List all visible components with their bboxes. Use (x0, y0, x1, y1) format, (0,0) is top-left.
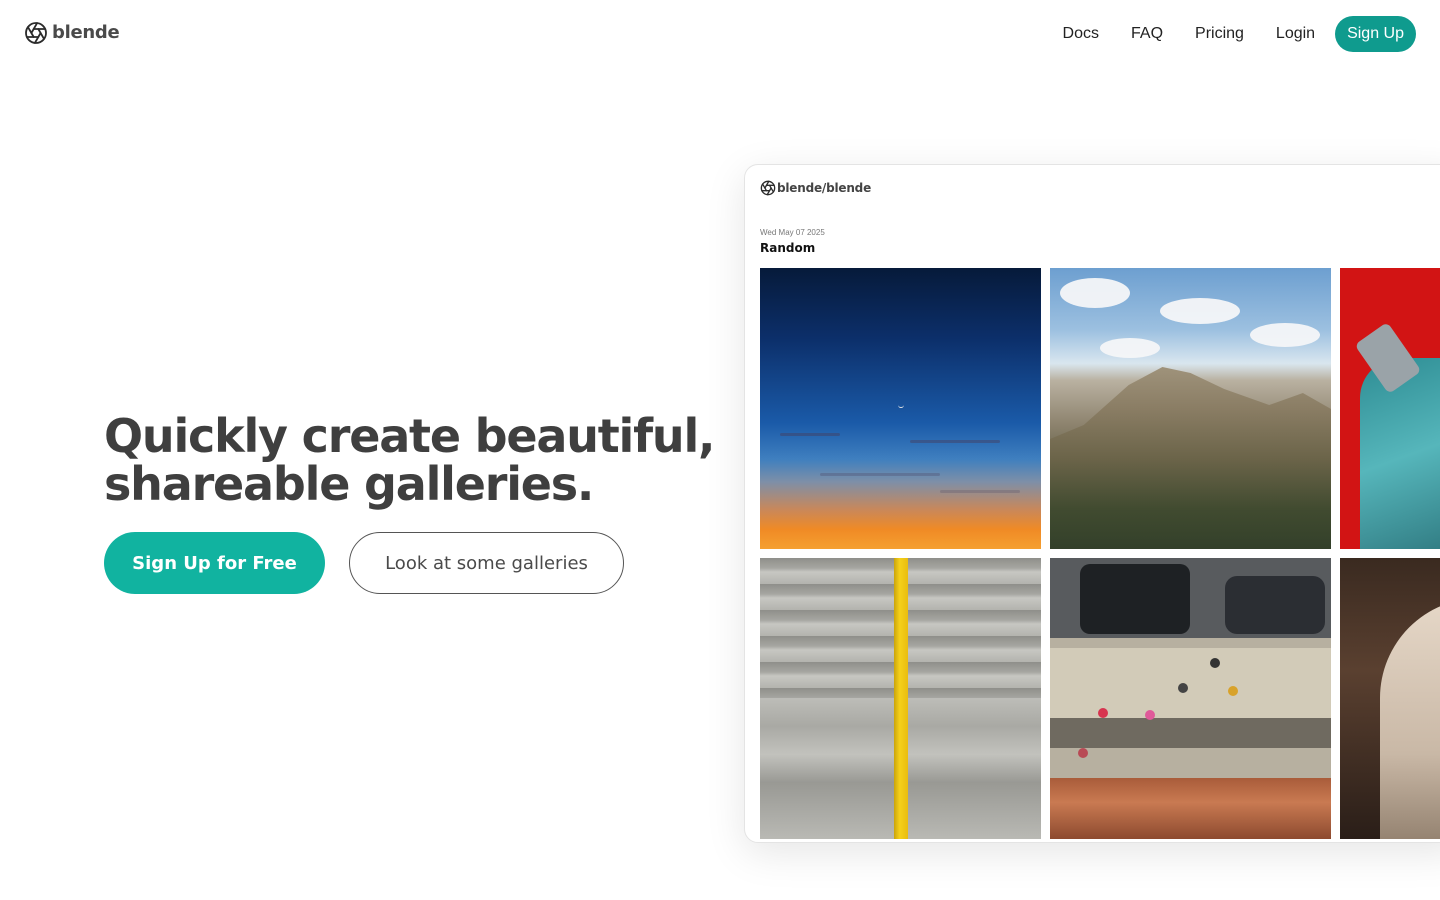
photo-tile (1050, 268, 1331, 549)
photo-tile (760, 558, 1041, 839)
browse-galleries-button[interactable]: Look at some galleries (349, 532, 624, 594)
site-header: blende Docs FAQ Pricing Login Sign Up (0, 0, 1440, 68)
logo-link[interactable]: blende (24, 21, 120, 45)
photo-tile (1340, 268, 1440, 549)
hero-title-line-2: shareable galleries. (104, 457, 594, 511)
photo-tile (1340, 558, 1440, 839)
preview-gallery-date: Wed May 07 2025 (760, 228, 825, 237)
gallery-preview: blende/blende Wed May 07 2025 Random (744, 164, 1440, 843)
hero-actions: Sign Up for Free Look at some galleries (104, 532, 624, 594)
photo-tile (760, 268, 1041, 549)
hero-title: Quickly create beautiful, shareable gall… (104, 412, 724, 508)
nav-pricing-link[interactable]: Pricing (1195, 16, 1244, 52)
preview-logo-text: blende/blende (777, 181, 872, 195)
preview-gallery-title: Random (760, 241, 816, 255)
photo-tile (1050, 558, 1331, 839)
nav-login-link[interactable]: Login (1276, 16, 1315, 52)
aperture-icon (760, 180, 776, 196)
logo-text: blende (52, 22, 120, 43)
preview-logo: blende/blende (760, 180, 871, 196)
nav-docs-link[interactable]: Docs (1063, 16, 1099, 52)
nav-faq-link[interactable]: FAQ (1131, 16, 1163, 52)
signup-free-button[interactable]: Sign Up for Free (104, 532, 325, 594)
main-nav: Docs FAQ Pricing Login Sign Up (1063, 16, 1416, 52)
aperture-icon (24, 21, 48, 45)
hero-section: Quickly create beautiful, shareable gall… (104, 412, 724, 594)
hero-title-line-1: Quickly create beautiful, (104, 409, 716, 463)
nav-signup-button[interactable]: Sign Up (1335, 16, 1416, 52)
